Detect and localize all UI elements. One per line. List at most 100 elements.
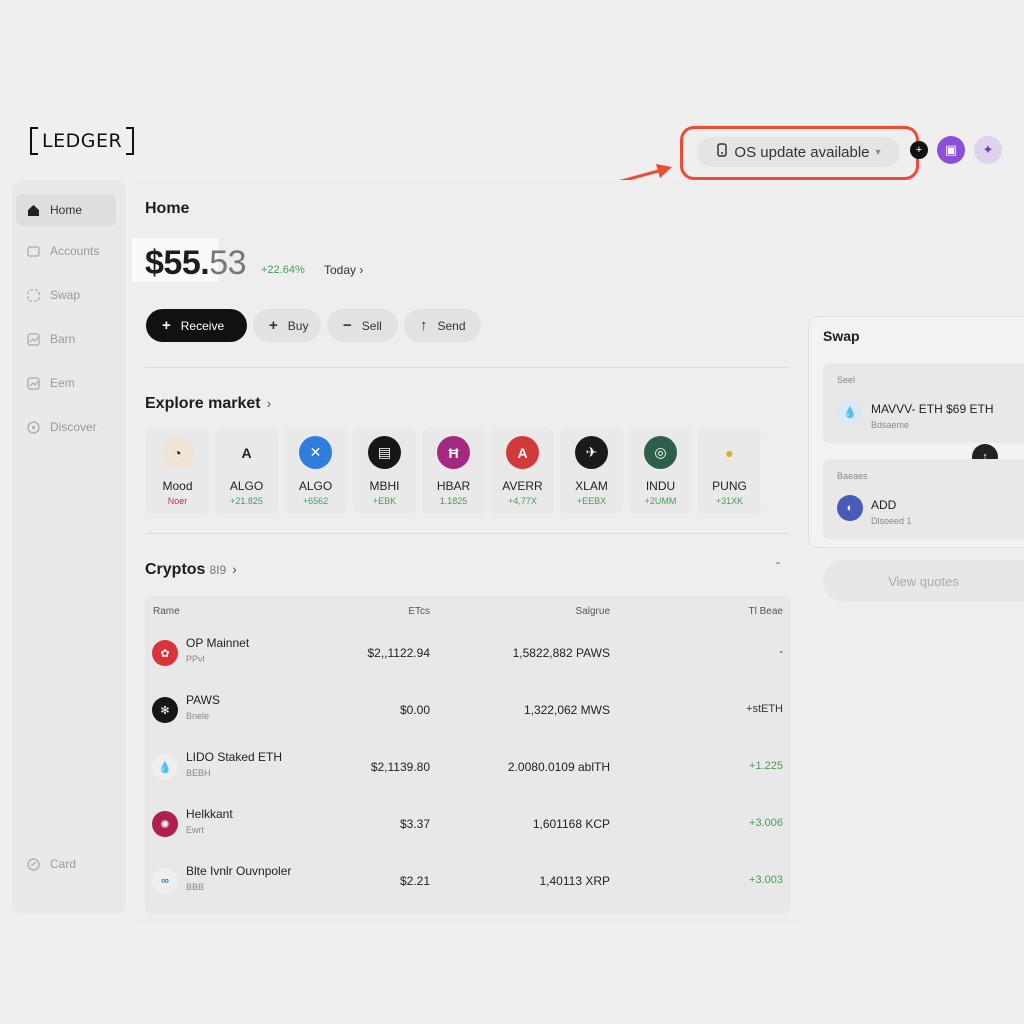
asset-icon: ✺ — [152, 811, 178, 837]
eth-token-icon: 💧 — [837, 399, 863, 425]
market-change: +31XK — [715, 496, 744, 506]
market-change: +EEBX — [576, 496, 607, 506]
home-icon — [26, 203, 40, 217]
asset-balance: 2.0080.0109 ablTH — [507, 760, 610, 774]
add-icon[interactable]: + — [910, 141, 928, 159]
balance-cents: 53 — [209, 244, 247, 282]
period-label: Today — [324, 263, 357, 277]
swap-to-sub: Dlsoeed 1 — [871, 516, 912, 526]
table-row[interactable]: ✺ Helkkant Ewrt $3.37 1,601168 KCP +3.006 — [145, 797, 790, 853]
notification-icon[interactable]: ▣ — [937, 136, 965, 164]
swap-title: Swap — [823, 328, 860, 344]
logo-text: LEDGER — [42, 130, 123, 152]
swap-from-block[interactable]: Seel 💧 MAVVV- ETH $69 ETH Bdsaeme — [823, 363, 1024, 443]
cryptos-count: 8I9 — [209, 563, 227, 577]
market-symbol: MBHI — [369, 479, 400, 493]
table-row[interactable]: ✿ OP Mainnet PPvl $2,,1122.94 1,5822,882 PAW… — [145, 626, 790, 682]
sell-label: Sell — [361, 318, 382, 333]
asset-price: $2,,1122.94 — [367, 646, 430, 660]
divider — [145, 367, 790, 368]
asset-name: Helkkant — [186, 807, 233, 821]
market-card[interactable]: A ALGO +21.825 — [215, 428, 278, 514]
settings-icon[interactable]: ✦ — [974, 136, 1002, 164]
sidebar-item-label: Barn — [50, 332, 76, 346]
market-card[interactable]: ◎ INDU +2UMM — [629, 428, 692, 514]
market-card[interactable]: ▤ MBHI +EBK — [353, 428, 416, 514]
portfolio-balance: $55.53 — [145, 244, 247, 283]
market-change: +2UMM — [644, 496, 677, 506]
sidebar-item-home[interactable]: Home — [16, 194, 116, 226]
compass-icon — [26, 420, 40, 434]
asset-icon: ✿ — [152, 640, 178, 666]
sidebar-item-label: Swap — [50, 288, 81, 302]
explore-market-link[interactable]: Explore market › — [145, 395, 271, 413]
asset-change: +3.006 — [749, 817, 783, 829]
market-change: 1.1825 — [439, 496, 468, 506]
column-header-price[interactable]: ETcs — [408, 606, 430, 617]
divider — [145, 533, 790, 534]
column-header-balance[interactable]: Salgrue — [576, 606, 610, 617]
market-card[interactable]: A AVERR +4,77X — [491, 428, 554, 514]
cryptos-title: Cryptos — [145, 561, 206, 578]
collapse-toggle-icon[interactable]: ˇ — [776, 560, 780, 574]
swap-to-label: Baeaes — [837, 471, 868, 481]
swap-from-label: Seel — [837, 375, 856, 385]
sidebar-item-accounts[interactable]: Accounts — [16, 235, 116, 267]
view-quotes-label: View quotes — [888, 573, 959, 589]
explore-market-title: Explore market — [145, 395, 261, 412]
asset-price: $0.00 — [399, 703, 430, 717]
balance-main: $55. — [145, 244, 210, 282]
sidebar-item-label: Accounts — [50, 244, 100, 258]
swap-to-block[interactable]: Baeaes ◐ ADD Dlsoeed 1 — [823, 459, 1024, 539]
asset-name: PAWS — [186, 693, 221, 707]
market-card[interactable]: ✈ XLAM +EEBX — [560, 428, 623, 514]
view-quotes-button[interactable]: View quotes — [823, 560, 1024, 602]
market-card[interactable]: ✕ ALGO +6562 — [284, 428, 347, 514]
market-symbol: AVERR — [502, 479, 543, 493]
minus-icon: − — [343, 317, 352, 334]
receive-button[interactable]: + Receive — [146, 309, 247, 342]
sidebar-item-earn[interactable]: Eem — [16, 367, 116, 399]
market-card[interactable]: ◔ Mood Noer — [146, 428, 209, 514]
coin-icon: A — [230, 436, 263, 469]
add-token-icon: ◐ — [837, 495, 863, 521]
market-card[interactable]: ● PUNG +31XK — [698, 428, 761, 514]
asset-change: +1.225 — [749, 760, 783, 772]
logo-bracket-right — [126, 127, 135, 155]
sidebar-item-label: Discover — [50, 420, 97, 434]
market-card[interactable]: Ħ HBAR 1.1825 — [422, 428, 485, 514]
sidebar-item-discover[interactable]: Discover — [16, 411, 116, 443]
column-header-change[interactable]: Tl Beae — [749, 606, 783, 617]
wallet-icon — [26, 244, 40, 258]
sell-button[interactable]: − Sell — [327, 309, 398, 342]
asset-change: - — [779, 646, 783, 658]
market-change: +21.825 — [230, 496, 263, 506]
sidebar-item-barn[interactable]: Barn — [16, 323, 116, 355]
sidebar-item-card[interactable]: Card — [16, 850, 116, 878]
logo-bracket-left — [30, 127, 38, 155]
buy-button[interactable]: + Buy — [253, 309, 321, 342]
sidebar-item-label: Home — [50, 203, 83, 217]
table-row[interactable]: 💧 LIDO Staked ETH BEBH $2,1139.80 2.0080.010… — [145, 740, 790, 796]
header-icons: + ▣ ✦ — [910, 136, 1002, 164]
market-symbol: XLAM — [575, 479, 608, 493]
period-selector[interactable]: Today › — [324, 263, 363, 277]
market-change: +6562 — [302, 496, 329, 506]
action-buttons: + Receive + Buy − Sell ↑ Send — [146, 309, 481, 342]
asset-ticker: PPvl — [186, 654, 205, 664]
sidebar-item-swap[interactable]: Swap — [16, 279, 116, 311]
asset-icon: ✻ — [152, 697, 178, 723]
swap-panel: Swap Seel 💧 MAVVV- ETH $69 ETH Bdsaeme ↕… — [808, 316, 1024, 548]
card-icon — [26, 857, 40, 871]
page-title: Home — [145, 200, 190, 217]
column-header-name[interactable]: Rame — [153, 606, 180, 617]
table-row[interactable]: ✻ PAWS Bnele $0.00 1,322,062 MWS +stETH — [145, 683, 790, 739]
send-button[interactable]: ↑ Send — [404, 309, 481, 342]
market-symbol: ALGO — [229, 479, 264, 493]
cryptos-link[interactable]: Cryptos 8I9 › — [145, 561, 237, 579]
chevron-right-icon: › — [232, 561, 237, 577]
table-row[interactable]: ∞ Blte Ivnlr Ouvnpoler BBB $2.21 1,40113 XRP… — [145, 854, 790, 910]
receive-label: Receive — [180, 318, 225, 333]
plus-icon: + — [269, 317, 278, 334]
chart-icon — [26, 376, 40, 390]
